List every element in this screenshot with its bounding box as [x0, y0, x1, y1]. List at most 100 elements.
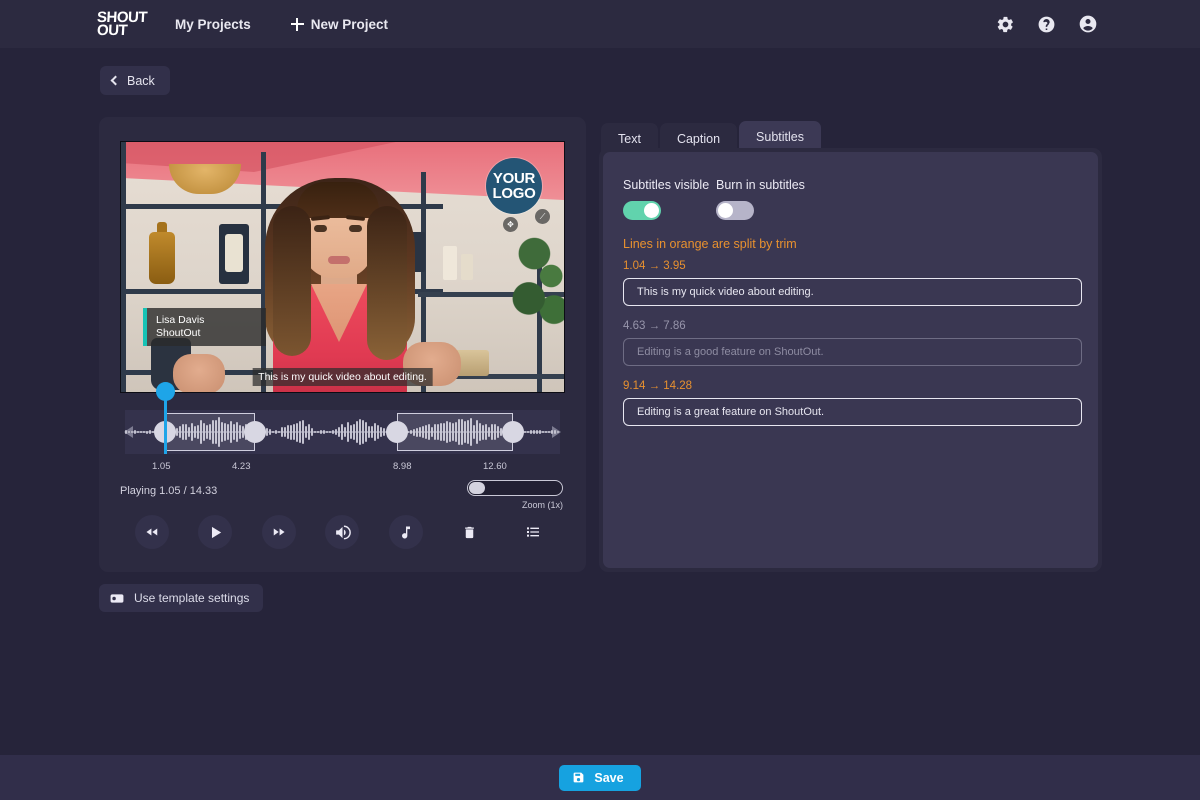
save-button[interactable]: Save: [559, 765, 640, 791]
top-navbar: SHOUT OUT My Projects New Project: [0, 0, 1200, 48]
trim-handle-start[interactable]: [386, 421, 408, 443]
fast-forward-icon: [271, 525, 287, 539]
trim-handle-end[interactable]: [244, 421, 266, 443]
logo-badge-line-2: LOGO: [493, 186, 536, 201]
plus-icon: [291, 18, 304, 31]
gear-icon[interactable]: [996, 15, 1015, 34]
use-template-settings-button[interactable]: Use template settings: [99, 584, 263, 612]
presenter-eye: [349, 225, 362, 232]
rewind-button[interactable]: [135, 515, 169, 549]
decor-lantern-glass: [225, 234, 243, 272]
playhead-knob[interactable]: [156, 382, 175, 401]
subtitle-toggles: Subtitles visible Burn in subtitles: [623, 178, 1077, 220]
back-button-label: Back: [127, 74, 155, 88]
rewind-icon: [144, 525, 160, 539]
presenter-eye: [314, 225, 327, 232]
trim-region[interactable]: [165, 413, 255, 451]
toggle-knob: [644, 203, 659, 218]
music-note-icon: [398, 524, 414, 541]
split-by-trim-note: Lines in orange are split by trim: [623, 237, 1077, 251]
template-icon: [110, 593, 124, 604]
editor-left-panel: YOUR LOGO ✥ ⟋ Lisa Davis ShoutOut This i…: [99, 117, 586, 572]
subtitle-row: 1.04 → 3.95 This is my quick video about…: [623, 260, 1077, 306]
timeline: 1.05 4.23 8.98 12.60: [120, 410, 565, 477]
trim-handle-end[interactable]: [502, 421, 524, 443]
subtitles-visible-group: Subtitles visible: [623, 178, 716, 220]
list-button[interactable]: [516, 515, 550, 549]
timeline-tick-labels: 1.05 4.23 8.98 12.60: [120, 461, 565, 477]
presenter-lips: [328, 256, 350, 264]
forward-button[interactable]: [262, 515, 296, 549]
playback-status: Playing 1.05 / 14.33: [120, 485, 217, 497]
timeline-tick: 8.98: [393, 461, 412, 472]
lower-third-overlay[interactable]: Lisa Davis ShoutOut: [143, 308, 266, 346]
logo-badge-line-1: YOUR: [493, 171, 535, 186]
playhead[interactable]: [164, 396, 167, 454]
volume-button[interactable]: [325, 515, 359, 549]
nav-my-projects[interactable]: My Projects: [167, 11, 259, 38]
presenter-hair-strand: [367, 206, 407, 360]
delete-button[interactable]: [453, 515, 487, 549]
save-disk-icon: [572, 771, 585, 784]
trim-region[interactable]: [397, 413, 513, 451]
footer-bar: Save: [0, 755, 1200, 800]
nav-new-project[interactable]: New Project: [283, 11, 396, 38]
decor-candle: [461, 254, 473, 280]
lower-third-org: ShoutOut: [156, 327, 266, 341]
subtitle-text-input[interactable]: Editing is a good feature on ShoutOut.: [623, 338, 1082, 366]
zoom-slider-handle[interactable]: [469, 482, 485, 494]
decor-candle: [443, 246, 457, 280]
account-circle-icon[interactable]: [1078, 14, 1098, 34]
timeline-tick: 4.23: [232, 461, 251, 472]
presenter-hair-front: [297, 182, 379, 218]
list-icon: [525, 524, 541, 540]
timeline-tick: 1.05: [152, 461, 171, 472]
logo-move-icon[interactable]: ✥: [503, 217, 518, 232]
subtitle-timecode: 1.04 → 3.95: [623, 260, 1077, 272]
subtitle-overlay-text: This is my quick video about editing.: [252, 368, 433, 386]
presenter-figure: [249, 172, 429, 393]
shelf-post: [121, 142, 126, 393]
player-controls: [120, 515, 565, 549]
play-button[interactable]: [198, 515, 232, 549]
subtitles-visible-label: Subtitles visible: [623, 178, 716, 192]
subtitle-timecode: 9.14 → 14.28: [623, 380, 1077, 392]
back-button[interactable]: Back: [100, 66, 170, 95]
shoutout-logo[interactable]: SHOUT OUT: [97, 7, 149, 41]
zoom-label: Zoom (1x): [467, 500, 563, 510]
timeline-tick: 12.60: [483, 461, 507, 472]
use-template-settings-label: Use template settings: [134, 591, 249, 605]
music-button[interactable]: [389, 515, 423, 549]
volume-icon: [334, 524, 351, 541]
editor-right-panel: Subtitles visible Burn in subtitles Line…: [599, 148, 1102, 572]
play-icon: [207, 524, 224, 541]
presenter-hair-strand: [273, 206, 311, 356]
zoom-slider[interactable]: [467, 480, 563, 496]
nav-new-project-label: New Project: [311, 17, 388, 32]
subtitle-text-input[interactable]: This is my quick video about editing.: [623, 278, 1082, 306]
trash-icon: [462, 524, 477, 541]
burn-in-subtitles-toggle[interactable]: [716, 201, 754, 220]
save-button-label: Save: [594, 771, 623, 785]
waveform-track[interactable]: [125, 410, 560, 454]
toggle-knob: [718, 203, 733, 218]
subtitle-row: 4.63 → 7.86 Editing is a good feature on…: [623, 320, 1077, 366]
subtitle-row: 9.14 → 14.28 Editing is a great feature …: [623, 380, 1077, 426]
decor-plant: [512, 220, 565, 332]
logo-line-2: OUT: [97, 24, 128, 38]
presenter-hand-left: [173, 354, 225, 393]
burn-in-subtitles-group: Burn in subtitles: [716, 178, 805, 220]
help-circle-icon[interactable]: [1037, 15, 1056, 34]
decor-jar: [149, 232, 175, 284]
nav-right-icons: [996, 14, 1098, 34]
lower-third-name: Lisa Davis: [156, 314, 266, 328]
subtitle-timecode: 4.63 → 7.86: [623, 320, 1077, 332]
subtitles-card: Subtitles visible Burn in subtitles Line…: [603, 152, 1098, 568]
burn-in-subtitles-label: Burn in subtitles: [716, 178, 805, 192]
logo-resize-icon[interactable]: ⟋: [535, 209, 550, 224]
zoom-control: Zoom (1x): [467, 480, 563, 510]
subtitle-text-input[interactable]: Editing is a great feature on ShoutOut.: [623, 398, 1082, 426]
logo-overlay-badge[interactable]: YOUR LOGO: [486, 158, 542, 214]
subtitles-visible-toggle[interactable]: [623, 201, 661, 220]
video-preview[interactable]: YOUR LOGO ✥ ⟋ Lisa Davis ShoutOut This i…: [120, 141, 565, 393]
